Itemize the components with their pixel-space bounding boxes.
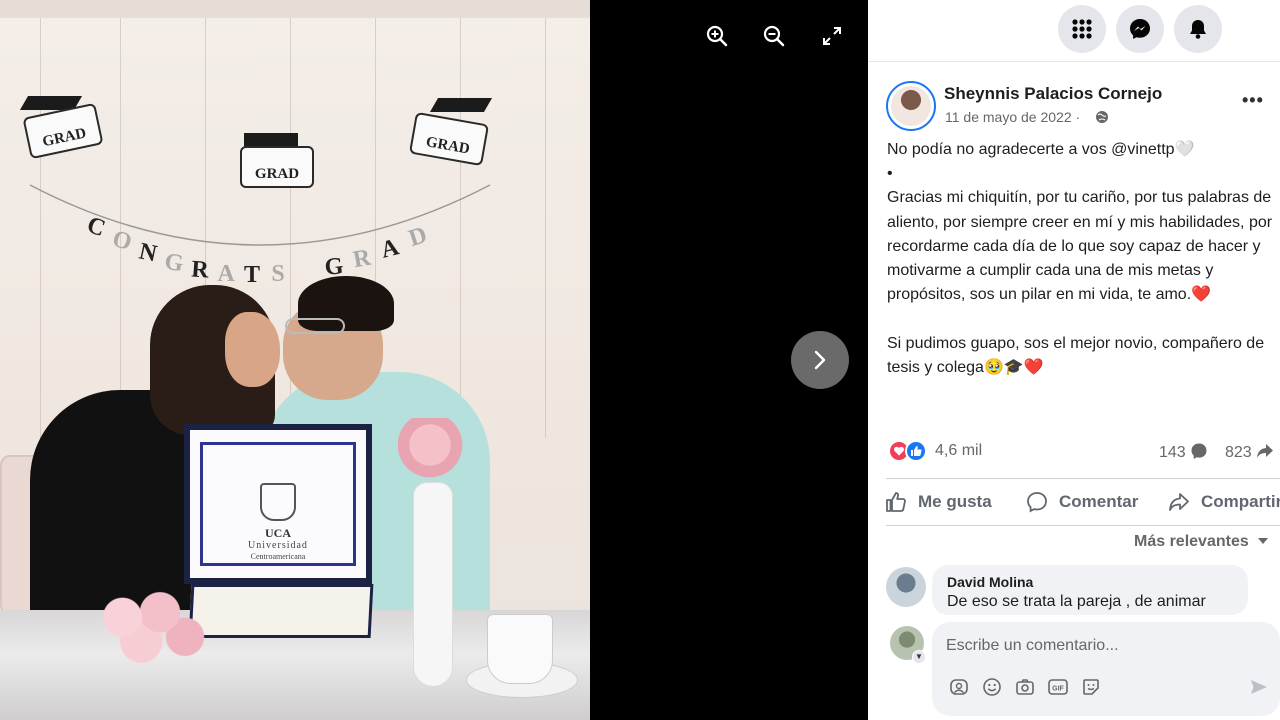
flower-bouquet	[85, 578, 210, 676]
grad-sign: GRAD	[408, 111, 490, 167]
banner-letter: S	[271, 261, 285, 287]
comment-input[interactable]	[946, 634, 1266, 658]
like-button[interactable]: Me gusta	[884, 487, 992, 517]
top-navigation-bar	[868, 0, 1280, 62]
grad-cap-decoration	[244, 133, 298, 147]
grad-sign: GRAD	[22, 102, 104, 160]
reaction-count: 4,6 mil	[935, 442, 983, 459]
divider	[886, 525, 1280, 526]
post-photo[interactable]: GRAD GRAD GRAD C O N G R A T S G R A D U…	[0, 0, 590, 720]
wall-molding	[0, 0, 590, 18]
flowers-in-vase	[398, 418, 478, 478]
comment-sort-dropdown[interactable]: Más relevantes	[1134, 533, 1269, 551]
banner-letter: T	[243, 262, 260, 288]
author-avatar[interactable]	[886, 81, 936, 131]
share-count[interactable]: 823	[1225, 442, 1274, 462]
diploma-university: Universidad	[248, 540, 308, 551]
comment-composer: GIF	[932, 622, 1280, 716]
university-crest-icon	[260, 483, 296, 521]
commenter-avatar[interactable]	[886, 567, 926, 607]
commenter-name[interactable]: David Molina	[947, 574, 1233, 590]
divider	[886, 478, 1280, 479]
comment-bubble-icon	[1191, 443, 1207, 459]
fullscreen-icon[interactable]	[816, 20, 848, 52]
tea-cup	[487, 614, 553, 684]
avatar-sticker-icon[interactable]	[948, 676, 970, 698]
post-details-panel: Sheynnis Palacios Cornejo 11 de mayo de …	[868, 0, 1280, 720]
vase	[413, 482, 453, 687]
menu-button[interactable]	[1058, 5, 1106, 53]
thumbs-up-icon	[886, 492, 906, 512]
globe-icon	[1096, 111, 1108, 123]
more-options-button[interactable]: •••	[1242, 90, 1264, 111]
diploma-acronym: UCA	[265, 526, 291, 540]
diploma-folder: UCA Universidad Centroamericana	[184, 424, 372, 584]
send-icon[interactable]	[1248, 676, 1270, 698]
zoom-out-icon[interactable]	[758, 20, 790, 52]
bell-icon	[1190, 20, 1206, 39]
post-timestamp[interactable]: 11 de mayo de 2022 ·	[945, 109, 1080, 125]
grad-cap-decoration	[429, 98, 493, 112]
banner-letter: R	[351, 244, 373, 274]
sticker-icon[interactable]	[1080, 676, 1102, 698]
chevron-down-icon[interactable]: ▼	[912, 650, 926, 664]
emoji-icon[interactable]	[981, 676, 1003, 698]
banner-letter: R	[190, 256, 210, 284]
grid-menu-icon	[1072, 19, 1092, 39]
notifications-button[interactable]	[1174, 5, 1222, 53]
reactions-summary[interactable]: 4,6 mil	[888, 440, 982, 462]
post-caption: No podía no agradecerte a vos @vinettp🤍 …	[887, 141, 1273, 376]
comment-button[interactable]: Comentar	[1025, 487, 1138, 517]
photo-viewer-background	[590, 0, 868, 720]
post-author[interactable]: Sheynnis Palacios Cornejo	[944, 84, 1162, 104]
camera-icon[interactable]	[1014, 676, 1036, 698]
banner-letter: G	[162, 248, 186, 278]
zoom-in-icon[interactable]	[701, 20, 733, 52]
messenger-icon	[1130, 19, 1150, 39]
share-button[interactable]: Compartir	[1167, 487, 1280, 517]
svg-text:GIF: GIF	[1052, 686, 1064, 693]
messenger-button[interactable]	[1116, 5, 1164, 53]
glasses	[285, 318, 345, 334]
caret-down-icon	[1258, 538, 1269, 544]
comment-icon	[1027, 492, 1047, 513]
share-arrow-icon	[1257, 444, 1274, 458]
diploma-university-line2: Centroamericana	[250, 552, 306, 561]
comment-item: David Molina De eso se trata la pareja ,…	[932, 565, 1248, 615]
woman-face	[225, 312, 280, 387]
like-reaction-icon	[905, 440, 927, 462]
diploma-certificate-page	[188, 584, 374, 638]
comment-text: De eso se trata la pareja , de animar	[947, 593, 1206, 610]
share-icon	[1169, 493, 1189, 511]
wall-plank	[545, 18, 546, 438]
comment-count[interactable]: 143	[1159, 442, 1208, 462]
next-photo-button[interactable]	[791, 331, 849, 389]
gif-icon[interactable]: GIF	[1047, 676, 1069, 698]
chevron-right-icon	[814, 350, 826, 370]
